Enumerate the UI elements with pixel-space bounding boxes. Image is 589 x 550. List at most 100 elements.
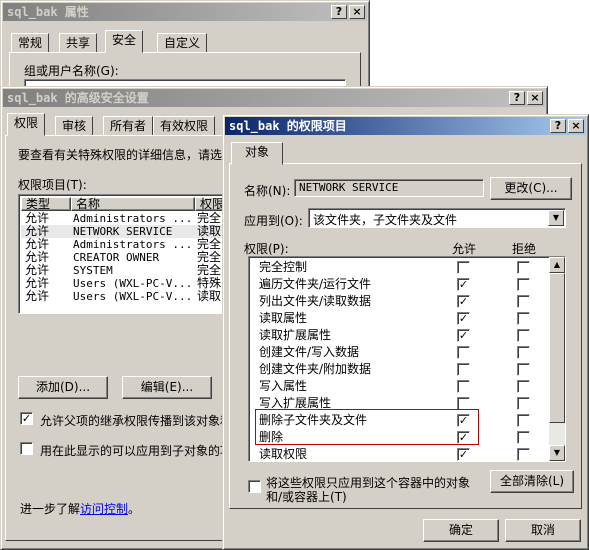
deny-checkbox[interactable] <box>517 380 530 393</box>
permission-entry-window: sql_bak 的权限项目 ? × 对象 名称(N): NETWORK SERV… <box>222 114 589 550</box>
properties-title: sql_bak 属性 <box>7 5 89 19</box>
allow-checkbox[interactable] <box>457 380 470 393</box>
permission-row: 读取扩展属性 ✓ <box>249 327 549 344</box>
apply-to-value: 该文件夹，子文件夹及文件 <box>313 213 458 227</box>
entry-name: Administrators ... <box>73 212 193 225</box>
deny-checkbox[interactable] <box>517 363 530 376</box>
advanced-titlebar: sql_bak 的高级安全设置 ? × <box>3 89 545 107</box>
permission-name: 创建文件夹/附加数据 <box>259 362 372 376</box>
permission-row: 写入属性 <box>249 378 549 395</box>
inherit-label: 允许父项的继承权限传播到该对象和 <box>40 414 233 428</box>
properties-titlebar: sql_bak 属性 ? × <box>3 3 367 21</box>
tab-permissions[interactable]: 权限 <box>7 113 46 136</box>
chevron-down-icon[interactable]: ▼ <box>548 210 564 226</box>
permission-row: 读取属性 ✓ <box>249 310 549 327</box>
properties-window: sql_bak 属性 ? × 常规 共享 安全 自定义 组或用户名称(G): <box>0 0 370 100</box>
permissions-list[interactable]: 完全控制 遍历文件夹/运行文件 ✓ 列出文件夹/读取数据 ✓ 读取属性 ✓ 读取扩展属性 ✓ 创建… <box>248 256 566 462</box>
scroll-down-icon[interactable]: ▼ <box>549 445 565 461</box>
deny-checkbox[interactable] <box>517 329 530 342</box>
highlight-box <box>255 409 479 445</box>
entry-permission: 读取 <box>197 289 222 303</box>
access-control-link[interactable]: 访问控制 <box>80 502 128 516</box>
clear-all-button[interactable]: 全部清除(L) <box>490 470 574 493</box>
replace-checkbox[interactable] <box>20 442 33 455</box>
name-field: NETWORK SERVICE <box>294 179 484 197</box>
deny-checkbox[interactable] <box>517 414 530 427</box>
more-info-text: 进一步了解访问控制。 <box>20 502 141 516</box>
group-users-label: 组或用户名称(G): <box>24 64 119 78</box>
close-button[interactable]: × <box>568 119 584 133</box>
tab-security[interactable]: 安全 <box>105 30 144 53</box>
entry-name: NETWORK SERVICE <box>73 225 173 238</box>
column-name[interactable]: 名称 <box>71 197 195 211</box>
close-button[interactable]: × <box>527 91 543 105</box>
deny-checkbox[interactable] <box>517 448 530 461</box>
deny-checkbox[interactable] <box>517 312 530 325</box>
permission-name: 列出文件夹/读取数据 <box>259 294 372 308</box>
allow-checkbox[interactable]: ✓ <box>457 295 470 308</box>
help-button[interactable]: ? <box>550 119 566 133</box>
close-button[interactable]: × <box>349 5 365 19</box>
cancel-button[interactable]: 取消 <box>505 519 581 542</box>
edit-button[interactable]: 编辑(E)... <box>122 376 212 399</box>
change-button[interactable]: 更改(C)... <box>490 177 572 200</box>
scroll-thumb[interactable] <box>549 273 565 423</box>
entry-row[interactable]: 允许 Users (WXL-PC-V... 读取 <box>21 289 227 304</box>
scroll-up-icon[interactable]: ▲ <box>549 257 565 273</box>
apply-to-select[interactable]: 该文件夹，子文件夹及文件 ▼ <box>308 208 566 228</box>
entries-label: 权限项目(T): <box>18 178 87 192</box>
allow-checkbox[interactable]: ✓ <box>457 448 470 461</box>
permissions-scrollbar[interactable]: ▲ ▼ <box>549 257 565 461</box>
allow-checkbox[interactable]: ✓ <box>457 278 470 291</box>
entry-name: CREATOR OWNER <box>73 251 160 264</box>
deny-header: 拒绝 <box>512 242 537 256</box>
advanced-title: sql_bak 的高级安全设置 <box>7 91 149 105</box>
allow-checkbox[interactable] <box>457 261 470 274</box>
entries-header: 类型 名称 权限 <box>21 197 235 211</box>
allow-checkbox[interactable] <box>457 346 470 359</box>
tab-sharing[interactable]: 共享 <box>59 33 98 53</box>
deny-checkbox[interactable] <box>517 431 530 444</box>
permission-row: 完全控制 <box>249 259 549 276</box>
permission-row: 列出文件夹/读取数据 ✓ <box>249 293 549 310</box>
deny-checkbox[interactable] <box>517 346 530 359</box>
column-type[interactable]: 类型 <box>21 197 71 211</box>
permission-name: 遍历文件夹/运行文件 <box>259 277 372 291</box>
permission-entry-title: sql_bak 的权限项目 <box>229 119 347 133</box>
name-label: 名称(N): <box>244 184 291 198</box>
permission-name: 创建文件/写入数据 <box>259 345 360 359</box>
replace-label: 用在此显示的可以应用到子对象的项 <box>40 444 233 458</box>
permissions-label: 权限(P): <box>244 242 289 256</box>
entry-name: Users (WXL-PC-V... <box>73 277 193 290</box>
apply-only-checkbox[interactable] <box>248 480 261 493</box>
ok-button[interactable]: 确定 <box>423 519 499 542</box>
deny-checkbox[interactable] <box>517 397 530 410</box>
entry-name: SYSTEM <box>73 264 113 277</box>
deny-checkbox[interactable] <box>517 295 530 308</box>
entries-list[interactable]: 类型 名称 权限 允许 Administrators ... 完全 允许 NETWORK… <box>18 194 235 314</box>
inherit-checkbox[interactable]: ✓ <box>20 412 33 425</box>
tab-custom[interactable]: 自定义 <box>157 33 208 53</box>
tab-owner[interactable]: 所有者 <box>103 116 154 136</box>
deny-checkbox[interactable] <box>517 278 530 291</box>
tab-auditing[interactable]: 审核 <box>55 116 94 136</box>
tab-general[interactable]: 常规 <box>11 33 50 53</box>
allow-checkbox[interactable] <box>457 363 470 376</box>
object-panel: 名称(N): NETWORK SERVICE 更改(C)... 应用到(O): … <box>229 163 582 509</box>
permission-name: 读取扩展属性 <box>259 328 332 342</box>
deny-checkbox[interactable] <box>517 261 530 274</box>
permission-name: 写入属性 <box>259 379 308 393</box>
help-button[interactable]: ? <box>331 5 347 19</box>
help-button[interactable]: ? <box>509 91 525 105</box>
permission-row: 创建文件夹/附加数据 <box>249 361 549 378</box>
permission-row: 遍历文件夹/运行文件 ✓ <box>249 276 549 293</box>
permission-name: 读取属性 <box>259 311 308 325</box>
allow-checkbox[interactable]: ✓ <box>457 329 470 342</box>
tab-effective-permissions[interactable]: 有效权限 <box>153 116 216 136</box>
add-button[interactable]: 添加(D)... <box>18 376 108 399</box>
permission-row: 读取权限 ✓ <box>249 446 549 461</box>
intro-text: 要查看有关特殊权限的详细信息，请选 <box>18 148 223 162</box>
allow-checkbox[interactable]: ✓ <box>457 312 470 325</box>
apply-only-label-line2: 和/或容器上(T) <box>266 490 347 504</box>
tab-object[interactable]: 对象 <box>231 142 283 165</box>
